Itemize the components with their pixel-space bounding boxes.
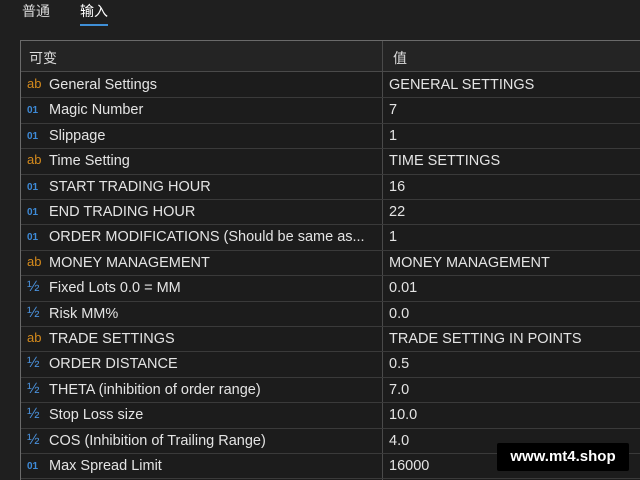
parameter-value[interactable]: 16 [389, 179, 405, 195]
integer-icon: 01 [27, 461, 39, 472]
parameter-value[interactable]: 7 [389, 102, 397, 118]
parameter-name: ORDER MODIFICATIONS (Should be same as..… [49, 229, 365, 246]
integer-icon: 01 [27, 232, 39, 244]
parameter-value[interactable]: 22 [389, 204, 405, 220]
parameter-name: START TRADING HOUR [49, 178, 211, 195]
table-row[interactable]: ½ Risk MM% 0.0 [21, 302, 640, 327]
string-icon: ab [27, 152, 42, 168]
parameter-value[interactable]: GENERAL SETTINGS [389, 77, 534, 93]
parameter-value[interactable]: TRADE SETTING IN POINTS [389, 331, 582, 347]
table-row[interactable]: 01 END TRADING HOUR 22 [21, 200, 640, 226]
double-icon: ½ [27, 278, 40, 296]
integer-icon: 01 [27, 105, 39, 117]
table-row[interactable]: ab TRADE SETTINGS TRADE SETTING IN POINTS [21, 327, 640, 353]
parameter-name: COS (Inhibition of Trailing Range) [49, 432, 266, 449]
table-row[interactable]: ½ Stop Loss size 10.0 [21, 403, 640, 429]
table-row[interactable]: 01 Magic Number 7 [21, 98, 640, 124]
integer-icon: 01 [27, 130, 39, 142]
parameter-name: END TRADING HOUR [49, 204, 196, 220]
string-icon: ab [27, 76, 42, 91]
parameter-value[interactable]: 0.0 [389, 306, 409, 322]
parameter-value[interactable]: 1 [389, 128, 397, 144]
watermark: www.mt4.shop [497, 443, 629, 471]
tab-inputs[interactable]: 输入 [80, 2, 108, 26]
tab-bar: 普通 输入 [0, 0, 640, 32]
table-row[interactable]: ab MONEY MANAGEMENT MONEY MANAGEMENT [21, 251, 640, 277]
parameter-value[interactable]: MONEY MANAGEMENT [389, 255, 550, 271]
parameter-name: THETA (inhibition of order range) [49, 381, 261, 398]
integer-icon: 01 [27, 207, 39, 218]
parameter-value[interactable]: 7.0 [389, 382, 409, 398]
parameter-value[interactable]: 4.0 [389, 433, 409, 449]
integer-icon: 01 [27, 181, 39, 193]
table-row[interactable]: ab General Settings GENERAL SETTINGS [21, 73, 640, 99]
inputs-table: 可变 值 ab General Settings GENERAL SETTINGS 0… [20, 40, 640, 480]
string-icon: ab [27, 330, 42, 345]
parameter-value[interactable]: 0.5 [389, 356, 409, 372]
parameter-name: Time Setting [49, 153, 130, 170]
double-icon: ½ [27, 354, 40, 372]
tab-common[interactable]: 普通 [22, 2, 50, 26]
parameter-name: Slippage [49, 127, 106, 144]
parameter-value[interactable]: TIME SETTINGS [389, 153, 500, 169]
column-header-variable[interactable]: 可变 [29, 48, 57, 68]
double-icon: ½ [27, 303, 40, 321]
table-row[interactable]: 01 Slippage 1 [21, 124, 640, 150]
parameter-name: MONEY MANAGEMENT [49, 254, 210, 271]
parameter-name: Magic Number [49, 102, 144, 119]
parameter-name: Risk MM% [49, 305, 119, 322]
double-icon: ½ [27, 405, 40, 423]
table-header: 可变 值 [21, 41, 640, 72]
parameter-name: General Settings [49, 77, 158, 93]
string-icon: ab [27, 253, 42, 269]
double-icon: ½ [27, 379, 40, 397]
table-row[interactable]: 01 START TRADING HOUR 16 [21, 175, 640, 200]
double-icon: ½ [27, 430, 40, 448]
column-header-value[interactable]: 值 [393, 48, 407, 68]
parameter-name: Stop Loss size [49, 407, 144, 424]
parameter-value[interactable]: 10.0 [389, 407, 417, 423]
table-row[interactable]: 01 ORDER MODIFICATIONS (Should be same as… [21, 225, 640, 251]
parameter-name: TRADE SETTINGS [49, 331, 175, 347]
parameter-value[interactable]: 0.01 [389, 280, 417, 296]
parameter-value[interactable]: 16000 [389, 458, 429, 474]
table-row[interactable]: ab Time Setting TIME SETTINGS [21, 149, 640, 175]
parameter-value[interactable]: 1 [389, 229, 397, 245]
parameter-name: Fixed Lots 0.0 = MM [49, 280, 181, 297]
parameter-name: ORDER DISTANCE [49, 356, 178, 373]
table-row[interactable]: ½ ORDER DISTANCE 0.5 [21, 352, 640, 378]
table-row[interactable]: ½ Fixed Lots 0.0 = MM 0.01 [21, 276, 640, 302]
parameter-name: Max Spread Limit [49, 458, 162, 474]
table-row[interactable]: ½ THETA (inhibition of order range) 7.0 [21, 378, 640, 404]
